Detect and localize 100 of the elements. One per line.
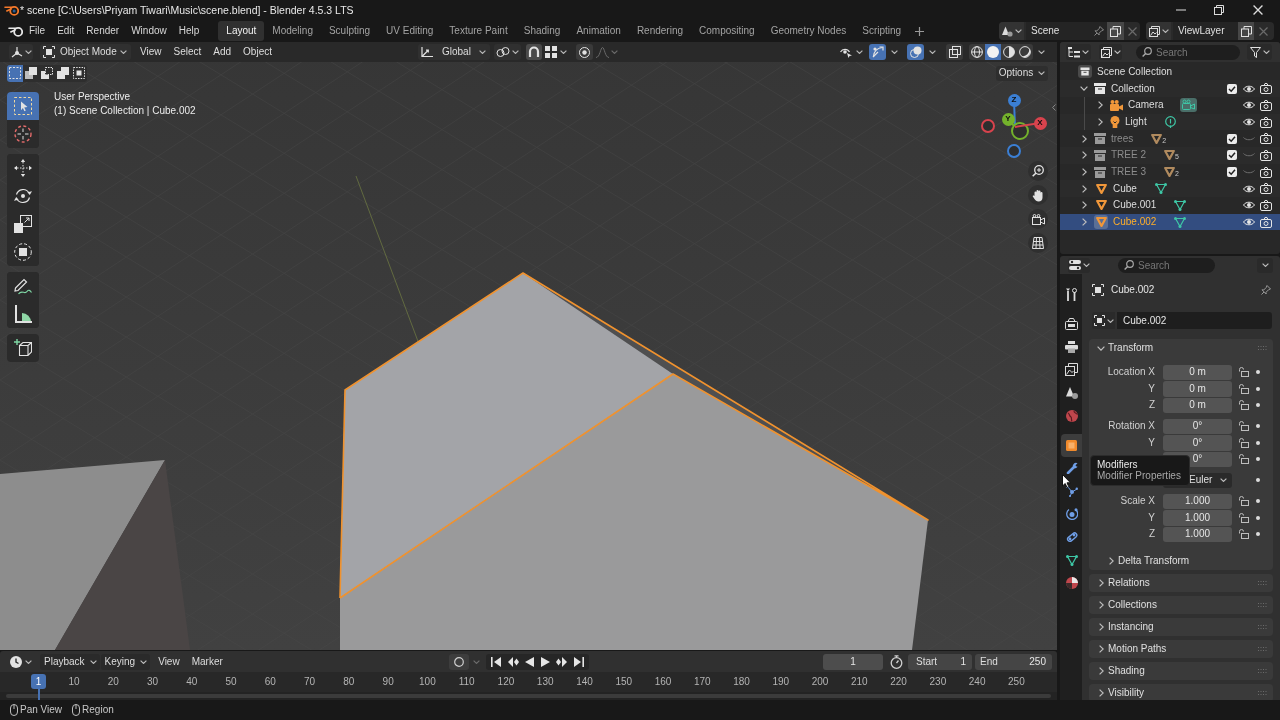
- camera-icon[interactable]: [1260, 83, 1272, 95]
- orientation-dropdown[interactable]: Global: [418, 44, 490, 60]
- keyframe-dot-icon[interactable]: [1256, 424, 1260, 429]
- play-icon[interactable]: [541, 656, 551, 667]
- workspace-tab[interactable]: Compositing: [691, 21, 763, 41]
- panel-header[interactable]: Motion Paths: [1089, 640, 1273, 658]
- panel-header[interactable]: Instancing: [1089, 618, 1273, 636]
- keyframe-dot-icon[interactable]: [1256, 457, 1260, 462]
- proportional-edit-toggle[interactable]: [575, 44, 593, 60]
- chevron-down-icon[interactable]: [1097, 345, 1105, 351]
- editor-type-button[interactable]: [9, 653, 33, 670]
- workspace-tab[interactable]: Animation: [568, 21, 629, 41]
- view-layer-browse-button[interactable]: [1146, 22, 1171, 40]
- chevron-right-icon[interactable]: [1081, 151, 1087, 160]
- select-mode-button[interactable]: [55, 64, 71, 82]
- menu-item[interactable]: View: [136, 44, 166, 60]
- chevron-right-icon[interactable]: [1097, 101, 1103, 110]
- menu-item[interactable]: File: [23, 22, 52, 40]
- keyframe-dot-icon[interactable]: [1256, 499, 1260, 504]
- select-mode-button[interactable]: [39, 64, 55, 82]
- eye-icon[interactable]: [1243, 184, 1255, 193]
- editor-type-button[interactable]: [9, 44, 33, 60]
- snap-target-dropdown[interactable]: [543, 44, 568, 60]
- chevron-down-icon[interactable]: [1080, 86, 1088, 92]
- padlock-icon[interactable]: [1237, 367, 1249, 378]
- pin-icon[interactable]: [1094, 26, 1104, 36]
- workspace-tab[interactable]: UV Editing: [378, 21, 442, 41]
- workspace-tab[interactable]: Modeling: [264, 21, 321, 41]
- camera-icon[interactable]: [1260, 199, 1272, 211]
- caret-icon[interactable]: [472, 659, 480, 664]
- number-field[interactable]: 1.000: [1163, 493, 1232, 509]
- workspace-tab[interactable]: Texture Paint: [441, 21, 516, 41]
- padlock-icon[interactable]: [1237, 529, 1249, 540]
- keyframe-dot-icon[interactable]: [1256, 515, 1260, 520]
- menu-dropdown[interactable]: Keying: [100, 653, 151, 670]
- checkbox[interactable]: [1227, 167, 1237, 178]
- next-keyframe-icon[interactable]: [556, 656, 569, 667]
- current-frame-field[interactable]: 1: [823, 653, 883, 670]
- chevron-right-icon[interactable]: [1098, 645, 1104, 653]
- playhead-frame[interactable]: 1: [31, 674, 46, 689]
- search-field[interactable]: Search: [1118, 257, 1215, 273]
- panel-header[interactable]: Shading: [1089, 662, 1273, 680]
- eye-icon[interactable]: [1243, 101, 1255, 110]
- padlock-icon[interactable]: [1237, 512, 1249, 523]
- checkbox[interactable]: [1227, 133, 1237, 144]
- number-field[interactable]: 1.000: [1163, 526, 1232, 542]
- chevron-right-icon[interactable]: [1081, 218, 1087, 227]
- search-field[interactable]: Search: [1136, 44, 1240, 60]
- camera-icon[interactable]: [1260, 166, 1272, 178]
- pin-icon[interactable]: [1261, 285, 1271, 295]
- chevron-right-icon[interactable]: [1098, 689, 1104, 697]
- number-field[interactable]: 0 m: [1163, 364, 1232, 380]
- menu-item[interactable]: Object: [239, 44, 276, 60]
- jump-to-end-icon[interactable]: [573, 656, 584, 667]
- chevron-right-icon[interactable]: [1108, 556, 1114, 565]
- keyframe-dot-icon[interactable]: [1256, 370, 1260, 375]
- padlock-icon[interactable]: [1237, 496, 1249, 507]
- select-mode-button[interactable]: [23, 64, 39, 82]
- keyframe-dot-icon[interactable]: [1256, 532, 1260, 537]
- keyframe-dot-icon[interactable]: [1256, 403, 1260, 408]
- camera-icon[interactable]: [1260, 133, 1272, 145]
- keyframe-dot-icon[interactable]: [1256, 478, 1260, 483]
- auto-keying-toggle[interactable]: [448, 653, 469, 670]
- chevron-right-icon[interactable]: [1098, 623, 1104, 631]
- chevron-right-icon[interactable]: [1081, 201, 1087, 210]
- menu-item[interactable]: Help: [172, 22, 206, 40]
- padlock-icon[interactable]: [1237, 400, 1249, 411]
- data-browse-button[interactable]: [1092, 312, 1115, 329]
- pivot-dropdown[interactable]: [493, 44, 521, 60]
- chevron-right-icon[interactable]: [1081, 134, 1087, 143]
- menu-item[interactable]: Add: [209, 44, 236, 60]
- properties-tab[interactable]: [1061, 433, 1082, 457]
- select-mode-button[interactable]: [71, 64, 87, 82]
- menu-dropdown[interactable]: Playback: [40, 653, 100, 670]
- workspace-tab[interactable]: Rendering: [628, 21, 692, 41]
- camera-icon[interactable]: [1260, 183, 1272, 195]
- name-field[interactable]: Cube.002: [1117, 312, 1272, 329]
- sidebar-toggle-icon[interactable]: [1052, 104, 1056, 111]
- eye-icon[interactable]: [1243, 84, 1255, 93]
- chevron-right-icon[interactable]: [1098, 601, 1104, 609]
- chevron-right-icon[interactable]: [1098, 579, 1104, 587]
- camera-icon[interactable]: [1260, 99, 1272, 111]
- eye-closed-icon[interactable]: [1243, 136, 1255, 141]
- chevron-right-icon[interactable]: [1098, 667, 1104, 675]
- padlock-icon[interactable]: [1237, 383, 1249, 394]
- end-frame-field[interactable]: End 250: [975, 653, 1052, 670]
- eye-icon[interactable]: [1243, 218, 1255, 227]
- checkbox[interactable]: [1227, 150, 1237, 161]
- eye-icon[interactable]: [1243, 201, 1255, 210]
- menu-item[interactable]: View: [154, 653, 184, 670]
- panel-header[interactable]: Visibility: [1089, 684, 1273, 700]
- panel-header[interactable]: Transform: [1089, 339, 1273, 357]
- snap-toggle[interactable]: [525, 44, 542, 60]
- workspace-tab[interactable]: Scripting: [854, 21, 910, 41]
- chevron-right-icon[interactable]: [1097, 118, 1103, 126]
- scene-name-field[interactable]: Scene: [1026, 22, 1107, 40]
- number-field[interactable]: 0 m: [1163, 381, 1232, 397]
- keyframe-dot-icon[interactable]: [1256, 386, 1260, 391]
- menu-item[interactable]: Edit: [51, 22, 81, 40]
- padlock-icon[interactable]: [1237, 437, 1249, 448]
